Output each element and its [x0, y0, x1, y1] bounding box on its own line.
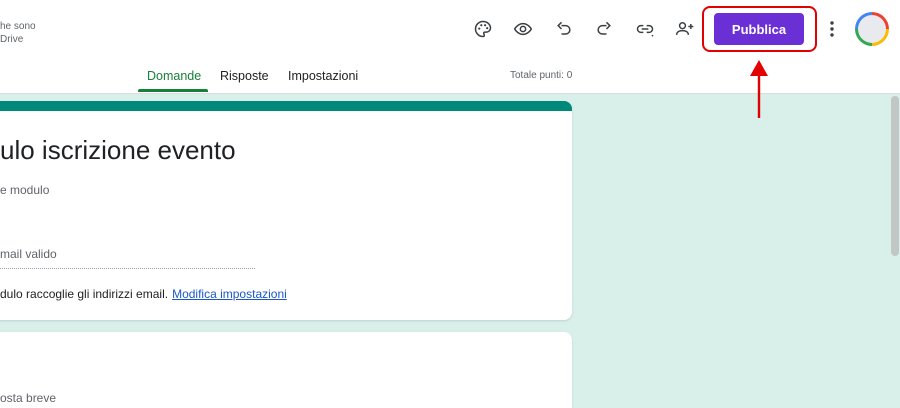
- account-avatar[interactable]: [855, 12, 889, 46]
- scrollbar-thumb[interactable]: [891, 96, 899, 256]
- email-placeholder: mail valido: [0, 247, 57, 261]
- publish-highlight-annotation: [702, 6, 817, 52]
- modify-settings-link[interactable]: Modifica impostazioni: [172, 287, 287, 301]
- top-bar: he sono Drive Pubblica: [0, 0, 900, 58]
- form-header-card[interactable]: ulo iscrizione evento e modulo mail vali…: [0, 101, 572, 320]
- eye-icon[interactable]: [511, 17, 535, 41]
- form-description[interactable]: e modulo: [0, 183, 49, 197]
- save-note-line-2: Drive: [0, 34, 24, 45]
- palette-icon[interactable]: [471, 17, 495, 41]
- undo-icon[interactable]: [552, 17, 576, 41]
- question-card[interactable]: osta breve: [0, 332, 572, 408]
- link-icon[interactable]: [633, 17, 657, 41]
- drive-save-note: he sono Drive: [0, 20, 36, 46]
- email-note-text: dulo raccoglie gli indirizzi email.: [0, 287, 169, 301]
- email-field: mail valido: [0, 247, 255, 269]
- tab-risposte[interactable]: Risposte: [220, 69, 269, 83]
- total-points: Totale punti: 0: [510, 70, 573, 81]
- tab-domande[interactable]: Domande: [147, 69, 201, 83]
- tab-impostazioni[interactable]: Impostazioni: [288, 69, 358, 83]
- form-title[interactable]: ulo iscrizione evento: [0, 135, 236, 166]
- save-note-line-1: he sono: [0, 21, 36, 32]
- email-collection-note: dulo raccoglie gli indirizzi email. Modif…: [0, 287, 287, 301]
- add-person-icon[interactable]: [673, 17, 697, 41]
- short-answer-hint: osta breve: [0, 391, 57, 405]
- more-vert-icon[interactable]: [822, 17, 842, 41]
- annotation-arrow: [750, 60, 768, 118]
- active-tab-indicator: [138, 89, 208, 92]
- redo-icon[interactable]: [592, 17, 616, 41]
